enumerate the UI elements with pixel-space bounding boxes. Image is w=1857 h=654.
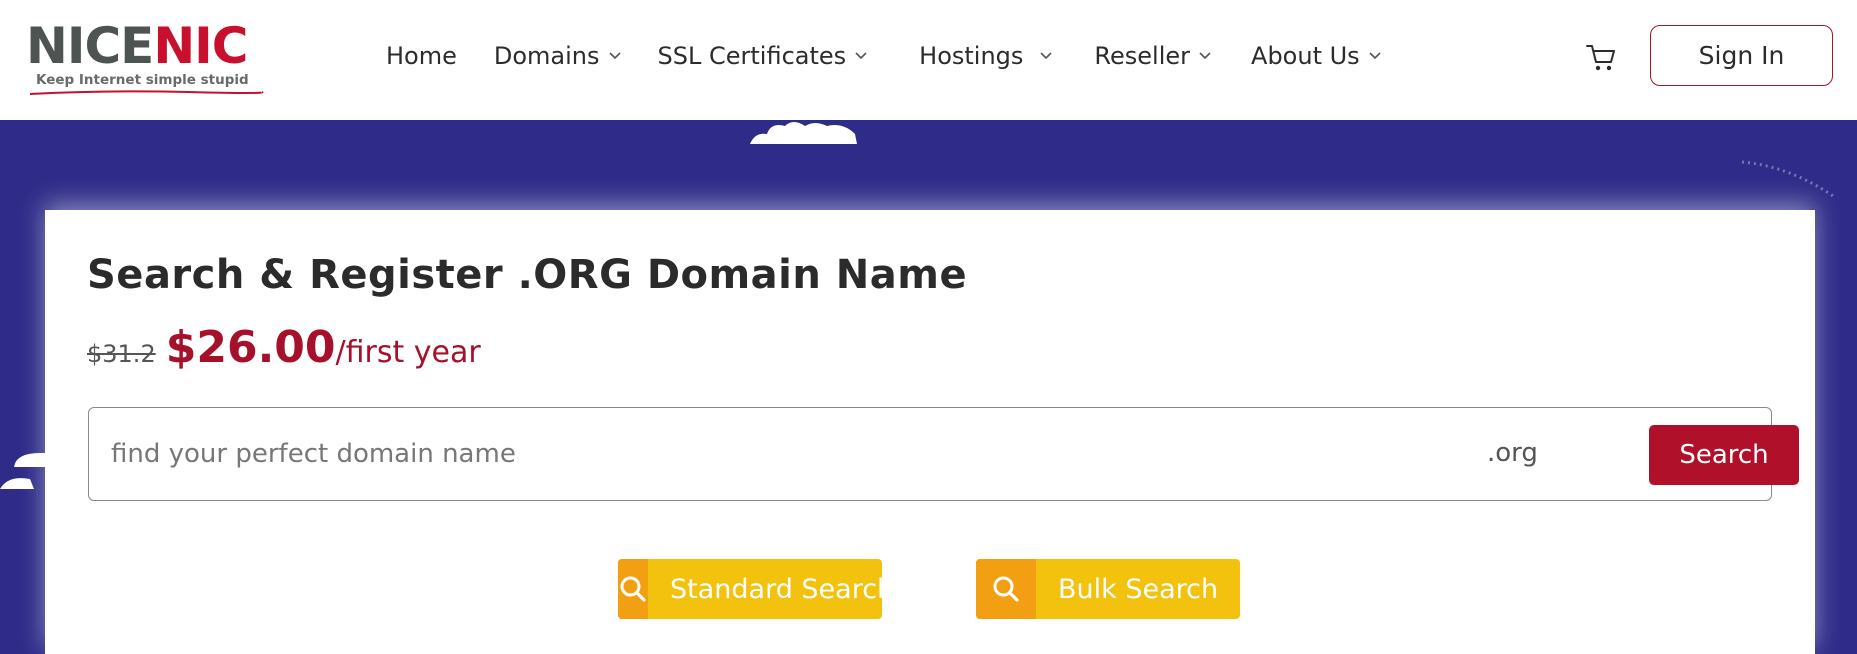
search-button[interactable]: Search <box>1649 425 1799 485</box>
search-icon <box>993 576 1019 602</box>
nav-home[interactable]: Home <box>386 42 457 70</box>
nav-ssl-label: SSL Certificates <box>657 42 847 70</box>
nav-domains[interactable]: Domains <box>494 42 621 70</box>
chevron-down-icon <box>608 52 621 60</box>
dotted-arc-decoration <box>1741 160 1837 200</box>
price-row: $31.2 $26.00 /first year <box>87 322 481 373</box>
cloud-decoration <box>750 122 857 144</box>
nav-home-label: Home <box>386 42 457 70</box>
main-nav: Home Domains SSL Certificates Hostings R… <box>386 38 1381 74</box>
standard-search-label: Standard Search <box>670 573 882 605</box>
nav-domains-label: Domains <box>493 42 600 70</box>
nav-about-us[interactable]: About Us <box>1251 42 1381 70</box>
chevron-down-icon <box>855 52 867 60</box>
cart-icon <box>1586 45 1615 71</box>
standard-search-icon-box <box>618 559 648 619</box>
old-price: $31.2 <box>87 340 156 368</box>
chevron-down-icon <box>1040 52 1052 60</box>
nav-about-label: About Us <box>1251 42 1360 70</box>
nav-hostings[interactable]: Hostings <box>919 42 1052 70</box>
nav-reseller-label: Reseller <box>1094 42 1191 70</box>
nav-ssl-certificates[interactable]: SSL Certificates <box>658 42 868 70</box>
cloud-decoration <box>0 453 50 489</box>
search-icon <box>620 576 646 602</box>
new-price: $26.00 <box>165 322 336 373</box>
sign-in-button[interactable]: Sign In <box>1650 25 1833 86</box>
logo-wordmark: NICENIC <box>26 17 248 75</box>
page-title: Search & Register .ORG Domain Name <box>87 252 968 298</box>
bulk-search-label: Bulk Search <box>1058 573 1219 605</box>
logo-part-nice: NICE <box>26 17 154 75</box>
bulk-search-button[interactable]: Bulk Search <box>976 559 1240 619</box>
nav-hostings-label: Hostings <box>919 42 1024 70</box>
domain-search-box: .org Search <box>88 407 1799 501</box>
logo-tagline: Keep Internet simple stupid <box>36 72 249 88</box>
chevron-down-icon <box>1199 52 1211 60</box>
nicenic-logo[interactable]: NICENIC Keep Internet simple stupid <box>26 18 270 98</box>
domain-search-card: Search & Register .ORG Domain Name $31.2… <box>45 210 1815 654</box>
nav-reseller[interactable]: Reseller <box>1094 42 1211 70</box>
tld-suffix: .org <box>1487 438 1538 468</box>
site-header: NICENIC Keep Internet simple stupid Home… <box>0 0 1857 120</box>
bulk-search-icon-box <box>976 559 1036 619</box>
logo-swoosh <box>29 90 264 95</box>
logo-part-nic: NIC <box>153 17 248 75</box>
standard-search-button[interactable]: Standard Search <box>618 559 882 619</box>
chevron-down-icon <box>1369 52 1381 60</box>
cart-button[interactable] <box>1584 40 1618 74</box>
domain-search-input[interactable] <box>111 430 1211 478</box>
price-period: /first year <box>335 335 481 370</box>
